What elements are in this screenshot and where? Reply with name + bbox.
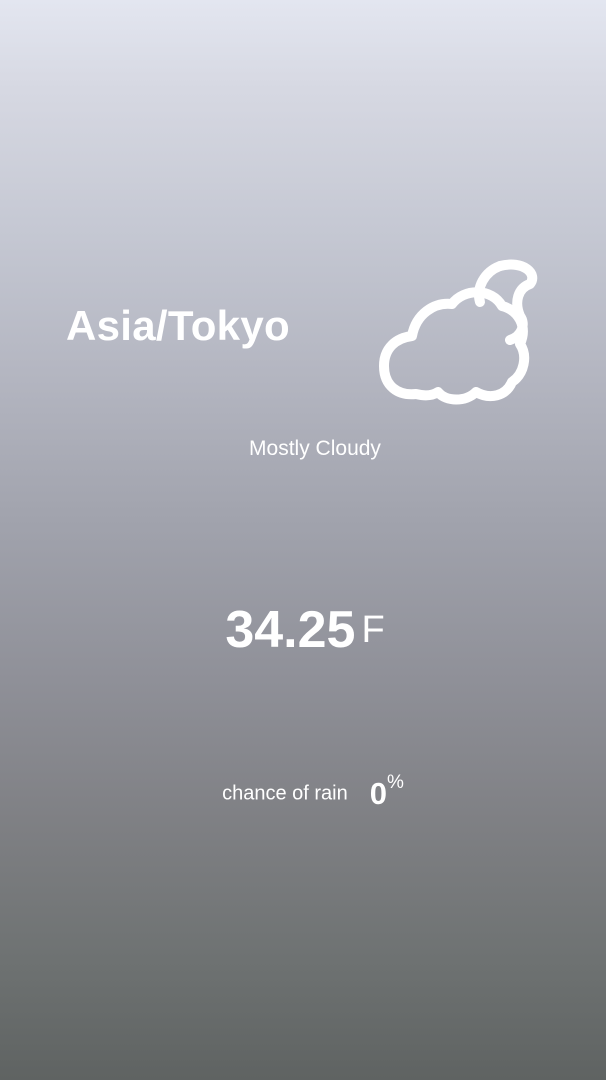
weather-condition: Mostly Cloudy xyxy=(249,437,381,460)
temperature-value: 34.25 xyxy=(225,601,356,659)
temperature-display: 34.25 F xyxy=(0,600,606,660)
rain-chance-label: chance of rain xyxy=(222,782,348,805)
rain-chance-value: 0 xyxy=(369,776,387,811)
rain-chance-display: chance of rain 0% xyxy=(0,772,606,812)
temperature-unit: F xyxy=(361,608,385,651)
rain-chance-unit: % xyxy=(386,772,404,793)
weather-screen: Asia/Tokyo Mostly Cloudy 34.25 F chance o… xyxy=(0,0,606,1080)
cloudy-night-icon xyxy=(379,259,538,405)
location-name: Asia/Tokyo xyxy=(66,302,290,349)
